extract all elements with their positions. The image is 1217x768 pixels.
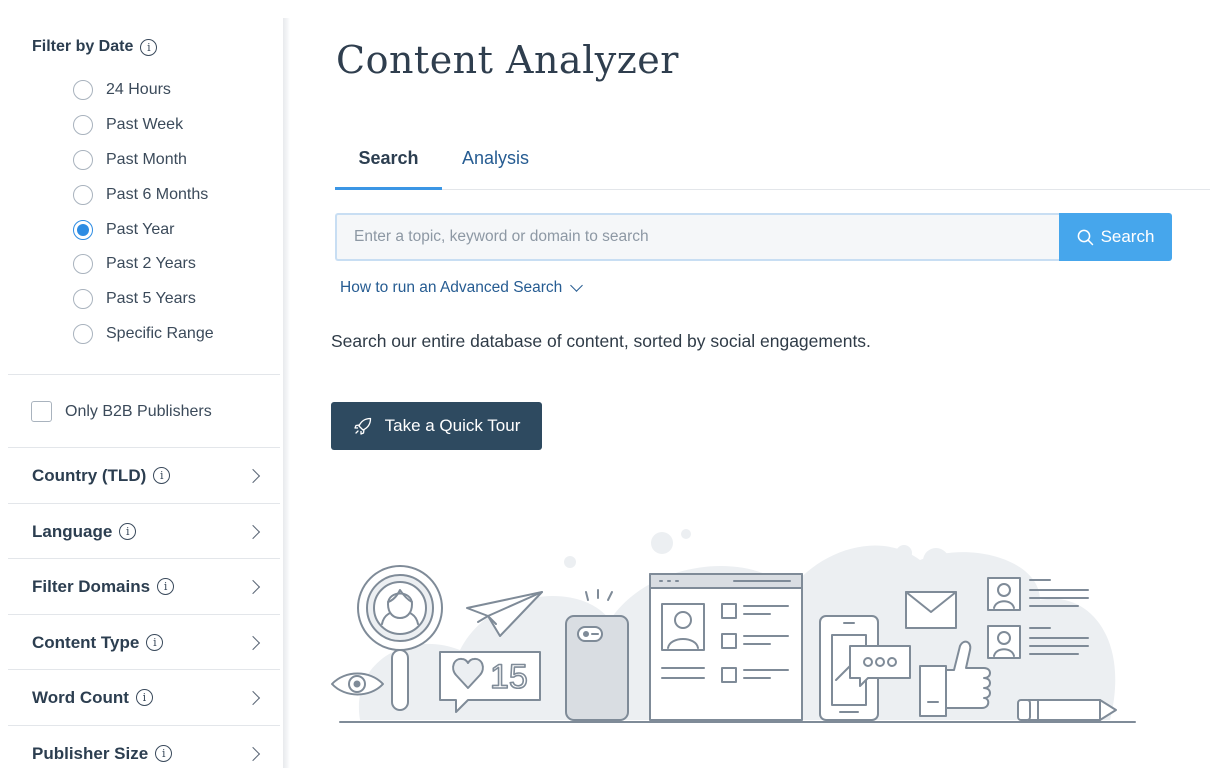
tab-bar: Search Analysis (335, 140, 1210, 190)
content-illustration: 15 (331, 529, 1136, 723)
b2b-label: Only B2B Publishers (65, 402, 212, 420)
radio-label: Specific Range (106, 324, 214, 342)
chevron-right-icon (245, 579, 261, 594)
radio-button[interactable] (73, 115, 93, 136)
filter-publisher-size[interactable]: Publisher Size i (0, 726, 283, 768)
advanced-search-label: How to run an Advanced Search (340, 279, 563, 296)
search-button-label: Search (1100, 227, 1155, 246)
info-icon[interactable]: i (153, 467, 171, 484)
filter-language[interactable]: Language i (0, 504, 283, 559)
filter-label: Country (TLD) (32, 465, 147, 485)
info-icon[interactable]: i (119, 523, 137, 540)
date-option-past-2-years[interactable]: Past 2 Years (73, 247, 214, 282)
search-button[interactable]: Search (1059, 213, 1172, 261)
pencil-icon (1017, 699, 1117, 721)
filter-by-date-heading: Filter by Date i (32, 38, 158, 56)
chevron-right-icon (245, 468, 261, 483)
date-option-past-year[interactable]: Past Year (73, 212, 214, 247)
date-option-past-5-years[interactable]: Past 5 Years (73, 282, 214, 317)
filter-country-tld[interactable]: Country (TLD) i (0, 448, 283, 503)
radio-button-selected[interactable] (73, 219, 93, 240)
rocket-icon (353, 417, 371, 435)
date-option-past-6-months[interactable]: Past 6 Months (73, 177, 214, 212)
sidebar-edge-shadow (283, 18, 290, 768)
search-description: Search our entire database of content, s… (331, 331, 871, 351)
quick-tour-label: Take a Quick Tour (384, 416, 521, 435)
info-icon[interactable]: i (157, 578, 175, 595)
filter-content-type[interactable]: Content Type i (0, 615, 283, 670)
date-option-24-hours[interactable]: 24 Hours (73, 73, 214, 108)
info-icon[interactable]: i (140, 38, 158, 56)
radio-button[interactable] (73, 289, 93, 310)
page-title: Content Analyzer (336, 38, 679, 82)
radio-label: Past Week (106, 116, 184, 134)
date-option-past-week[interactable]: Past Week (73, 108, 214, 143)
radio-label: Past Year (106, 220, 175, 238)
filter-label: Publisher Size (32, 743, 149, 763)
date-option-specific-range[interactable]: Specific Range (73, 317, 214, 352)
chevron-right-icon (245, 746, 261, 761)
info-icon[interactable]: i (135, 689, 153, 706)
tab-analysis[interactable]: Analysis (462, 148, 529, 190)
radio-label: Past 5 Years (106, 290, 196, 308)
info-icon[interactable]: i (155, 745, 173, 762)
advanced-search-link[interactable]: How to run an Advanced Search (340, 279, 584, 297)
quick-tour-button[interactable]: Take a Quick Tour (331, 402, 542, 450)
radio-label: Past 6 Months (106, 185, 209, 203)
date-option-past-month[interactable]: Past Month (73, 143, 214, 178)
filter-label: Filter Domains (32, 576, 151, 596)
radio-button[interactable] (73, 323, 93, 344)
filter-word-count[interactable]: Word Count i (0, 670, 283, 725)
radio-button[interactable] (73, 80, 93, 101)
b2b-checkbox[interactable] (31, 401, 52, 422)
radio-button[interactable] (73, 149, 93, 170)
filter-domains[interactable]: Filter Domains i (0, 559, 283, 614)
divider (8, 374, 280, 375)
radio-button[interactable] (73, 184, 93, 205)
chevron-right-icon (245, 524, 261, 539)
search-input[interactable] (335, 213, 1060, 261)
filter-label: Word Count (32, 687, 129, 707)
filter-sidebar: Filter by Date i 24 Hours Past Week Past… (0, 0, 283, 768)
chevron-right-icon (245, 635, 261, 650)
b2b-publishers-checkbox-row[interactable]: Only B2B Publishers (31, 401, 212, 422)
filter-label: Content Type (32, 632, 140, 652)
search-icon (1077, 229, 1093, 245)
like-count: 15 (490, 658, 528, 696)
radio-button[interactable] (73, 254, 93, 275)
filter-by-date-label: Filter by Date (32, 38, 134, 55)
radio-label: 24 Hours (106, 81, 171, 99)
chevron-right-icon (245, 690, 261, 705)
mail-envelope-icon (905, 591, 957, 629)
radio-label: Past 2 Years (106, 255, 196, 273)
radio-label: Past Month (106, 150, 187, 168)
date-radio-group: 24 Hours Past Week Past Month Past 6 Mon… (73, 73, 214, 351)
browser-window-icon (649, 573, 803, 721)
filter-label: Language (32, 521, 113, 541)
tab-search[interactable]: Search (335, 148, 442, 190)
chevron-down-icon (570, 279, 584, 292)
info-icon[interactable]: i (146, 634, 164, 651)
